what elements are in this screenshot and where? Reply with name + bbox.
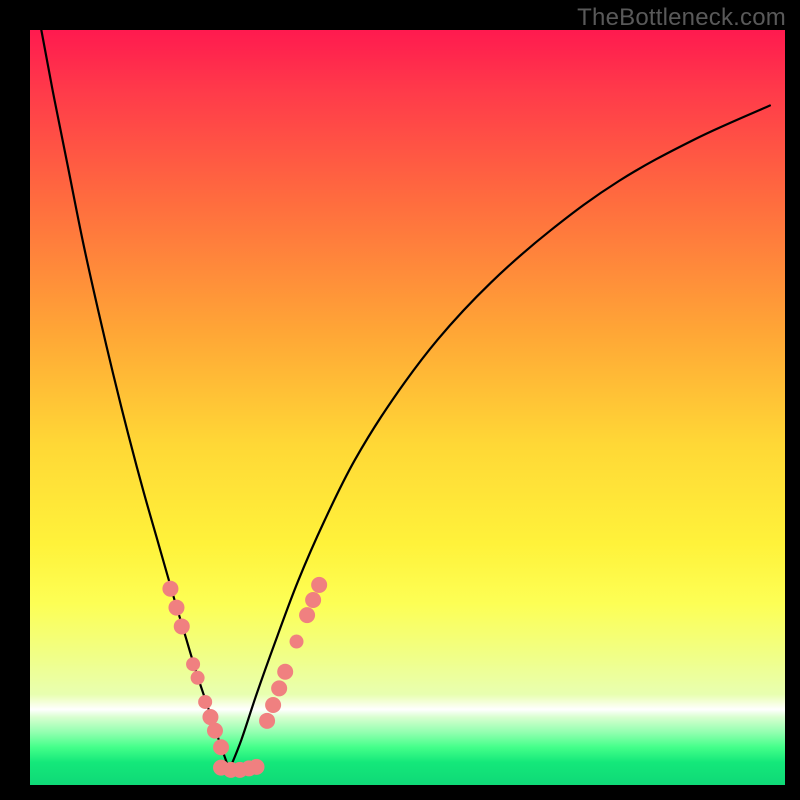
chart-frame: TheBottleneck.com	[0, 0, 800, 800]
marker-right	[299, 607, 315, 623]
marker-left	[168, 600, 184, 616]
curve-left-branch	[41, 30, 229, 770]
marker-right	[259, 713, 275, 729]
marker-right	[271, 680, 287, 696]
marker-left	[207, 723, 223, 739]
marker-left	[202, 709, 218, 725]
marker-left	[186, 657, 200, 671]
chart-plot-area	[30, 30, 785, 785]
marker-bottom	[249, 759, 265, 775]
marker-right	[265, 697, 281, 713]
marker-right	[305, 592, 321, 608]
marker-left	[198, 695, 212, 709]
watermark-text: TheBottleneck.com	[577, 4, 786, 32]
marker-left	[174, 618, 190, 634]
marker-left	[191, 671, 205, 685]
marker-right	[290, 635, 304, 649]
curve-layer	[41, 30, 770, 770]
marker-layer	[162, 577, 327, 778]
chart-svg	[30, 30, 785, 785]
marker-left	[213, 739, 229, 755]
marker-right	[311, 577, 327, 593]
marker-left	[162, 581, 178, 597]
marker-right	[277, 664, 293, 680]
curve-right-branch	[229, 106, 770, 770]
